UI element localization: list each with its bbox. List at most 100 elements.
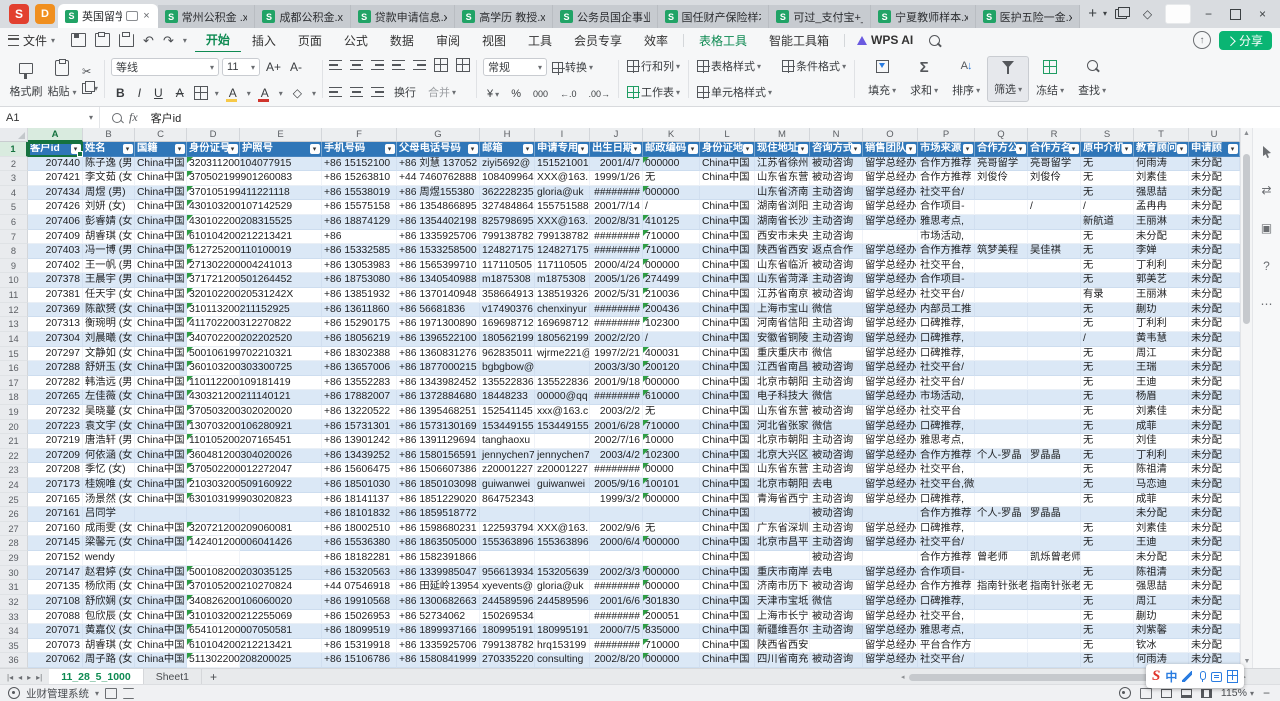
cell[interactable]: 无 xyxy=(1081,390,1134,405)
cell[interactable]: 吴佳祺 xyxy=(1028,244,1081,259)
row-number[interactable]: 35 xyxy=(0,639,28,654)
document-tab[interactable]: S成都公积金.xlsx xyxy=(255,5,350,28)
cell[interactable]: 韩浩远 (男 xyxy=(83,376,135,391)
cell[interactable]: 吴晓蔓 (女 xyxy=(83,405,135,420)
cell[interactable]: China中国 xyxy=(700,405,755,420)
row-number[interactable]: 5 xyxy=(0,200,28,215)
header-cell[interactable]: 护照号▾ xyxy=(240,142,322,157)
cell[interactable]: +86 1372884680 xyxy=(397,390,480,405)
row-number[interactable]: 27 xyxy=(0,522,28,537)
cell[interactable]: ######## xyxy=(590,303,643,318)
cell[interactable]: 2000/4/24 xyxy=(590,259,643,274)
cell[interactable]: 00000@qq xyxy=(535,390,590,405)
column-letter-L[interactable]: L xyxy=(700,128,755,142)
cell[interactable] xyxy=(1028,653,1081,668)
cell[interactable]: 梁馨元 (女 xyxy=(83,536,135,551)
cell[interactable] xyxy=(480,507,535,522)
cell[interactable]: 138519326 xyxy=(535,288,590,303)
number-format-select[interactable]: 常规▾ xyxy=(483,58,547,76)
cell[interactable]: 留学总经办 xyxy=(863,522,918,537)
cell[interactable]: China中国 xyxy=(135,244,187,259)
cell[interactable]: China中国 xyxy=(135,390,187,405)
cell[interactable]: 主动咨询 xyxy=(810,434,863,449)
cell[interactable]: 2002/9/6 xyxy=(590,522,643,537)
cell[interactable]: 130703200106280921 xyxy=(187,420,240,435)
cell[interactable]: +86 15731301 xyxy=(322,420,397,435)
cell[interactable]: 刘素佳 xyxy=(1134,171,1189,186)
cell[interactable]: z20001227 xyxy=(535,463,590,478)
cell[interactable] xyxy=(1028,376,1081,391)
cell[interactable]: 凯烁曾老师 xyxy=(1028,551,1081,566)
cell[interactable]: +86 1343982452 xyxy=(397,376,480,391)
cell[interactable]: 陕西省西安 xyxy=(755,244,810,259)
column-letter-T[interactable]: T xyxy=(1134,128,1189,142)
header-cell[interactable]: 手机号码▾ xyxy=(322,142,397,157)
cell[interactable]: 654101200007050581 xyxy=(187,624,240,639)
row-number[interactable]: 24 xyxy=(0,478,28,493)
header-cell[interactable]: 邮政编码▾ xyxy=(643,142,700,157)
column-letter-B[interactable]: B xyxy=(83,128,135,142)
cell[interactable]: XXX@163. xyxy=(535,522,590,537)
cell[interactable]: 207173 xyxy=(28,478,83,493)
cell[interactable] xyxy=(975,200,1028,215)
header-cell[interactable]: 客户id▾ xyxy=(28,142,83,157)
clipboard-icon[interactable] xyxy=(95,33,110,47)
grow-font-button[interactable]: A+ xyxy=(263,60,284,74)
cell[interactable]: China中国 xyxy=(135,463,187,478)
help-icon[interactable]: ? xyxy=(1263,260,1270,272)
cell[interactable]: 210303200509160922 xyxy=(187,478,240,493)
row-number[interactable]: 25 xyxy=(0,493,28,508)
cell[interactable]: +86 15332585 xyxy=(322,244,397,259)
cell[interactable]: China中国 xyxy=(700,595,755,610)
cell[interactable]: China中国 xyxy=(700,273,755,288)
cell[interactable]: 799138782 xyxy=(480,639,535,654)
cell[interactable]: 799138782 xyxy=(480,230,535,245)
cell[interactable]: 207161 xyxy=(28,507,83,522)
cell[interactable]: 未分配 xyxy=(1189,171,1240,186)
cell[interactable]: 207088 xyxy=(28,610,83,625)
cell[interactable]: 未分配 xyxy=(1189,420,1240,435)
cell[interactable]: +86 15152100 xyxy=(322,157,397,172)
cell[interactable]: 未分配 xyxy=(1189,449,1240,464)
sort-button[interactable]: A↓ 排序▾ xyxy=(945,56,987,102)
cell[interactable]: tanghaoxu xyxy=(480,434,535,449)
cell[interactable]: 142401200006041426 xyxy=(187,536,240,551)
cell[interactable]: 微信 xyxy=(810,595,863,610)
cell[interactable]: +86 18874129 xyxy=(322,215,397,230)
filter-dropdown-icon[interactable]: ▾ xyxy=(310,144,320,154)
menu-tab-插入[interactable]: 插入 xyxy=(241,28,287,52)
cell[interactable]: China中国 xyxy=(700,639,755,654)
cell[interactable]: / xyxy=(643,332,700,347)
cell[interactable]: 000000 xyxy=(643,376,700,391)
cell[interactable] xyxy=(187,507,240,522)
cell[interactable]: 无 xyxy=(1081,230,1134,245)
cell[interactable]: 未分配 xyxy=(1189,332,1240,347)
cell[interactable]: +86 13220522 xyxy=(322,405,397,420)
cell[interactable]: 102300 xyxy=(643,317,700,332)
cell[interactable]: 962835011 xyxy=(480,347,535,362)
cell[interactable]: +86 1396522100 xyxy=(397,332,480,347)
cell[interactable]: 杨欣雨 (女 xyxy=(83,580,135,595)
cell[interactable]: China中国 xyxy=(135,317,187,332)
cell[interactable]: 主动咨询 xyxy=(810,624,863,639)
cell[interactable] xyxy=(1028,215,1081,230)
cell[interactable]: China中国 xyxy=(135,639,187,654)
cell[interactable]: 18448233 xyxy=(480,390,535,405)
cell[interactable]: 122593794 xyxy=(480,522,535,537)
cell[interactable]: 内部员工推 xyxy=(918,303,975,318)
cell[interactable]: 胡睿琪 (女 xyxy=(83,230,135,245)
cell[interactable]: 主动咨询 xyxy=(810,186,863,201)
cell[interactable]: 153449155 xyxy=(480,420,535,435)
cell[interactable]: 未分配 xyxy=(1189,434,1240,449)
cell[interactable]: 207402 xyxy=(28,259,83,274)
cell[interactable]: China中国 xyxy=(135,624,187,639)
cell[interactable]: 124827175 xyxy=(480,244,535,259)
header-cell[interactable]: 国籍▾ xyxy=(135,142,187,157)
cell[interactable] xyxy=(535,434,590,449)
cell[interactable]: 合作方推荐 xyxy=(918,507,975,522)
cell[interactable]: 口碑推荐, xyxy=(918,347,975,362)
cell[interactable]: 强思喆 xyxy=(1134,186,1189,201)
cell[interactable]: 320311200104077915 xyxy=(187,157,240,172)
header-cell[interactable]: 父母电话号码▾ xyxy=(397,142,480,157)
cell[interactable]: 主动咨询 xyxy=(810,230,863,245)
